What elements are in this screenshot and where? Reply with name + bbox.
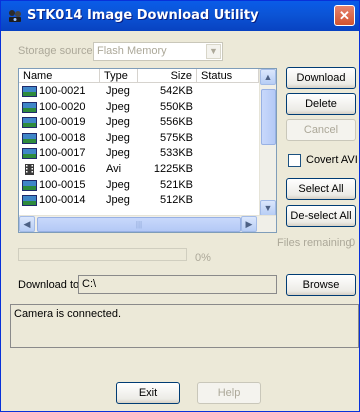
download-path-input[interactable]: C:\ xyxy=(78,275,277,294)
cell-name: 100-0018 xyxy=(39,131,86,144)
storage-source-label: Storage source xyxy=(18,45,93,57)
files-remaining-count: 0 xyxy=(349,237,356,249)
column-header-size[interactable]: Size xyxy=(138,69,197,83)
table-row[interactable]: 100-0021 Jpeg 542KB xyxy=(19,84,259,100)
image-file-icon xyxy=(22,179,37,191)
title-bar[interactable]: STK014 Image Download Utility ✕ xyxy=(1,1,359,31)
table-row[interactable]: 100-0019 Jpeg 556KB xyxy=(19,115,259,131)
horizontal-scrollbar[interactable]: ◀ ||| ▶ xyxy=(19,215,276,232)
close-button[interactable]: ✕ xyxy=(334,5,355,26)
progress-percent: 0% xyxy=(195,252,211,264)
image-file-icon xyxy=(22,117,37,129)
column-header-status[interactable]: Status xyxy=(197,69,259,83)
table-row[interactable]: 100-0015 Jpeg 521KB xyxy=(19,178,259,194)
browse-button[interactable]: Browse xyxy=(286,274,356,296)
column-header-name[interactable]: Name xyxy=(19,69,100,83)
window-title: STK014 Image Download Utility xyxy=(27,8,259,23)
scroll-left-button[interactable]: ◀ xyxy=(19,216,35,232)
covert-avi-checkbox[interactable] xyxy=(288,154,301,167)
image-file-icon xyxy=(22,86,37,97)
table-row[interactable]: 100-0014 Jpeg 512KB xyxy=(19,193,259,209)
covert-avi-label: Covert AVI xyxy=(306,154,358,166)
storage-source-select[interactable]: Flash Memory ▼ xyxy=(93,42,223,61)
status-box: Camera is connected. xyxy=(10,304,359,348)
progress-bar xyxy=(18,248,187,261)
cell-size: 550KB xyxy=(159,100,193,113)
delete-button[interactable]: Delete xyxy=(286,93,356,115)
cell-size: 512KB xyxy=(159,194,193,207)
image-file-icon xyxy=(22,148,37,160)
status-text: Camera is connected. xyxy=(14,308,121,320)
download-path-value: C:\ xyxy=(82,278,97,290)
cell-size: 542KB xyxy=(159,85,193,97)
select-all-button[interactable]: Select All xyxy=(286,178,356,200)
deselect-all-button[interactable]: De-select All xyxy=(286,205,356,227)
cell-name: 100-0014 xyxy=(39,194,86,207)
scroll-grip-icon: ||| xyxy=(135,220,143,229)
cell-type: Jpeg xyxy=(106,178,130,191)
table-row[interactable]: 100-0017 Jpeg 533KB xyxy=(19,146,259,162)
cell-name: 100-0017 xyxy=(39,147,86,160)
cell-size: 1225KB xyxy=(153,162,193,175)
table-row[interactable]: 100-0016 Avi 1225KB xyxy=(19,162,259,178)
horizontal-scroll-thumb[interactable]: ||| xyxy=(37,217,241,232)
cell-size: 521KB xyxy=(159,178,193,191)
cell-name: 100-0019 xyxy=(39,116,86,129)
table-row[interactable]: 100-0020 Jpeg 550KB xyxy=(19,100,259,116)
file-list[interactable]: Name Type Size Status 100-0021 Jpeg 542KB 1… xyxy=(18,68,277,233)
close-icon: ✕ xyxy=(339,8,350,23)
cell-name: 100-0015 xyxy=(39,178,86,191)
cell-name: 100-0021 xyxy=(39,85,86,97)
column-header-type[interactable]: Type xyxy=(100,69,138,83)
image-file-icon xyxy=(22,101,37,113)
image-file-icon xyxy=(22,195,37,207)
cell-size: 556KB xyxy=(159,116,193,129)
camera-app-icon xyxy=(9,10,21,22)
chevron-down-icon[interactable]: ▼ xyxy=(206,44,221,59)
cell-type: Jpeg xyxy=(106,194,130,207)
download-button[interactable]: Download xyxy=(286,67,356,89)
cell-type: Jpeg xyxy=(106,131,130,144)
cell-type: Jpeg xyxy=(106,116,130,129)
download-to-label: Download to xyxy=(18,279,80,291)
cancel-button[interactable]: Cancel xyxy=(286,119,356,141)
cell-size: 533KB xyxy=(159,147,193,160)
cell-size: 575KB xyxy=(159,131,193,144)
cell-type: Jpeg xyxy=(106,147,130,160)
vertical-scrollbar[interactable]: ▲ ▼ xyxy=(259,69,276,216)
cell-type: Jpeg xyxy=(106,100,130,113)
cell-type: Jpeg xyxy=(106,85,130,97)
exit-button[interactable]: Exit xyxy=(116,382,180,404)
files-remaining-label: Files remaining xyxy=(277,237,352,249)
file-list-header: Name Type Size Status xyxy=(19,69,259,83)
table-row[interactable]: 100-0018 Jpeg 575KB xyxy=(19,131,259,147)
video-file-icon xyxy=(25,163,34,175)
file-list-rows: 100-0021 Jpeg 542KB 100-0020 Jpeg 550KB 100-00… xyxy=(19,84,259,209)
scroll-up-button[interactable]: ▲ xyxy=(260,69,276,85)
vertical-scroll-thumb[interactable] xyxy=(261,89,276,145)
cell-name: 100-0016 xyxy=(39,162,86,175)
scroll-down-button[interactable]: ▼ xyxy=(260,200,276,216)
cell-type: Avi xyxy=(106,162,122,175)
storage-source-value: Flash Memory xyxy=(97,45,167,57)
image-file-icon xyxy=(22,132,37,144)
cell-name: 100-0020 xyxy=(39,100,86,113)
help-button[interactable]: Help xyxy=(197,382,261,404)
main-window: STK014 Image Download Utility ✕ Storage … xyxy=(0,0,360,412)
scroll-right-button[interactable]: ▶ xyxy=(241,216,257,232)
